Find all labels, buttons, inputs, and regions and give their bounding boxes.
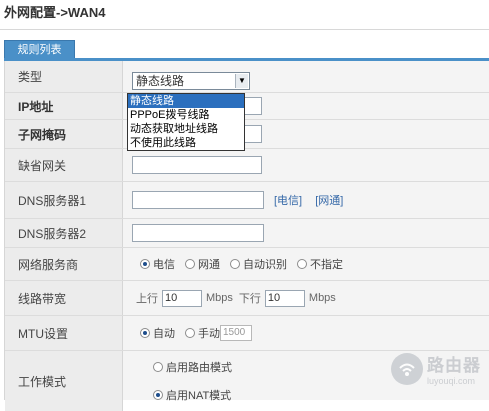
radio-icon	[185, 259, 195, 269]
upload-input[interactable]: 10	[162, 289, 202, 307]
mtu-label: MTU设置	[5, 316, 123, 350]
type-select-value: 静态线路	[136, 74, 185, 88]
isp-option-netcom[interactable]: 网通	[185, 256, 220, 272]
watermark-url: luyouqi.com	[427, 376, 476, 386]
row-dns2: DNS服务器2	[5, 219, 489, 248]
type-select[interactable]: 静态线路 ▼	[132, 72, 250, 90]
dns1-label: DNS服务器1	[5, 182, 123, 218]
gateway-label: 缺省网关	[5, 149, 123, 181]
isp-option-auto[interactable]: 自动识别	[230, 256, 287, 272]
watermark-text: 路由器	[427, 356, 481, 375]
download-label: 下行	[238, 293, 261, 305]
router-logo-icon	[391, 352, 423, 385]
type-option-dhcp[interactable]: 动态获取地址线路	[128, 122, 244, 136]
radio-icon	[185, 328, 195, 338]
page-title: 外网配置->WAN4	[4, 5, 106, 20]
radio-icon	[140, 259, 150, 269]
mtu-auto-option[interactable]: 自动	[140, 325, 175, 341]
radio-icon	[140, 328, 150, 338]
watermark: 路由器 luyouqi.com	[391, 351, 481, 386]
type-option-disabled[interactable]: 不使用此线路	[128, 136, 244, 150]
radio-icon	[153, 390, 163, 400]
tab-rule-list[interactable]: 规则列表	[4, 40, 75, 59]
dns-netcom-link[interactable]: [网通]	[315, 195, 343, 207]
gateway-input[interactable]	[132, 156, 262, 174]
row-mask: 子网掩码	[5, 120, 489, 149]
type-dropdown-list: 静态线路 PPPoE拨号线路 动态获取地址线路 不使用此线路	[127, 93, 245, 151]
ip-input[interactable]	[242, 97, 262, 115]
download-unit: Mbps	[308, 292, 336, 304]
bandwidth-label: 线路带宽	[5, 281, 123, 315]
dns-telecom-link[interactable]: [电信]	[274, 195, 302, 207]
dns2-label: DNS服务器2	[5, 219, 123, 247]
mode-label: 工作模式	[5, 351, 123, 411]
dns2-input[interactable]	[132, 224, 264, 242]
title-divider	[0, 29, 489, 30]
row-isp: 网络服务商 电信 网通 自动识别 不指定	[5, 248, 489, 281]
radio-icon	[153, 362, 163, 372]
row-bandwidth: 线路带宽 上行 10 Mbps 下行 10 Mbps	[5, 281, 489, 316]
isp-option-telecom[interactable]: 电信	[140, 256, 175, 272]
type-option-pppoe[interactable]: PPPoE拨号线路	[128, 108, 244, 122]
mtu-manual-option[interactable]: 手动	[185, 325, 220, 341]
mask-label: 子网掩码	[5, 120, 123, 148]
mtu-input[interactable]: 1500	[220, 325, 252, 341]
type-option-static[interactable]: 静态线路	[128, 94, 244, 108]
isp-label: 网络服务商	[5, 248, 123, 280]
radio-icon	[297, 259, 307, 269]
row-mtu: MTU设置 自动 手动 1500	[5, 316, 489, 351]
ip-label: IP地址	[5, 93, 123, 119]
download-input[interactable]: 10	[264, 289, 305, 307]
chevron-down-icon[interactable]: ▼	[235, 74, 248, 88]
row-type: 类型 静态线路 ▼	[5, 61, 489, 93]
mode-route-option[interactable]: 启用路由模式	[153, 359, 232, 375]
mask-input[interactable]	[242, 125, 262, 143]
row-dns1: DNS服务器1 [电信] [网通]	[5, 182, 489, 219]
dns1-input[interactable]	[132, 191, 264, 209]
isp-option-none[interactable]: 不指定	[297, 256, 343, 272]
config-panel: 类型 静态线路 ▼ IP地址 子网掩码 缺省网关 DNS服务器1 [电信] [网…	[4, 61, 489, 411]
mode-nat-option[interactable]: 启用NAT模式	[153, 387, 231, 403]
upload-unit: Mbps	[206, 292, 233, 304]
row-ip: IP地址	[5, 93, 489, 120]
row-gateway: 缺省网关	[5, 149, 489, 182]
upload-label: 上行	[136, 293, 158, 305]
type-label: 类型	[5, 61, 123, 92]
radio-icon	[230, 259, 240, 269]
